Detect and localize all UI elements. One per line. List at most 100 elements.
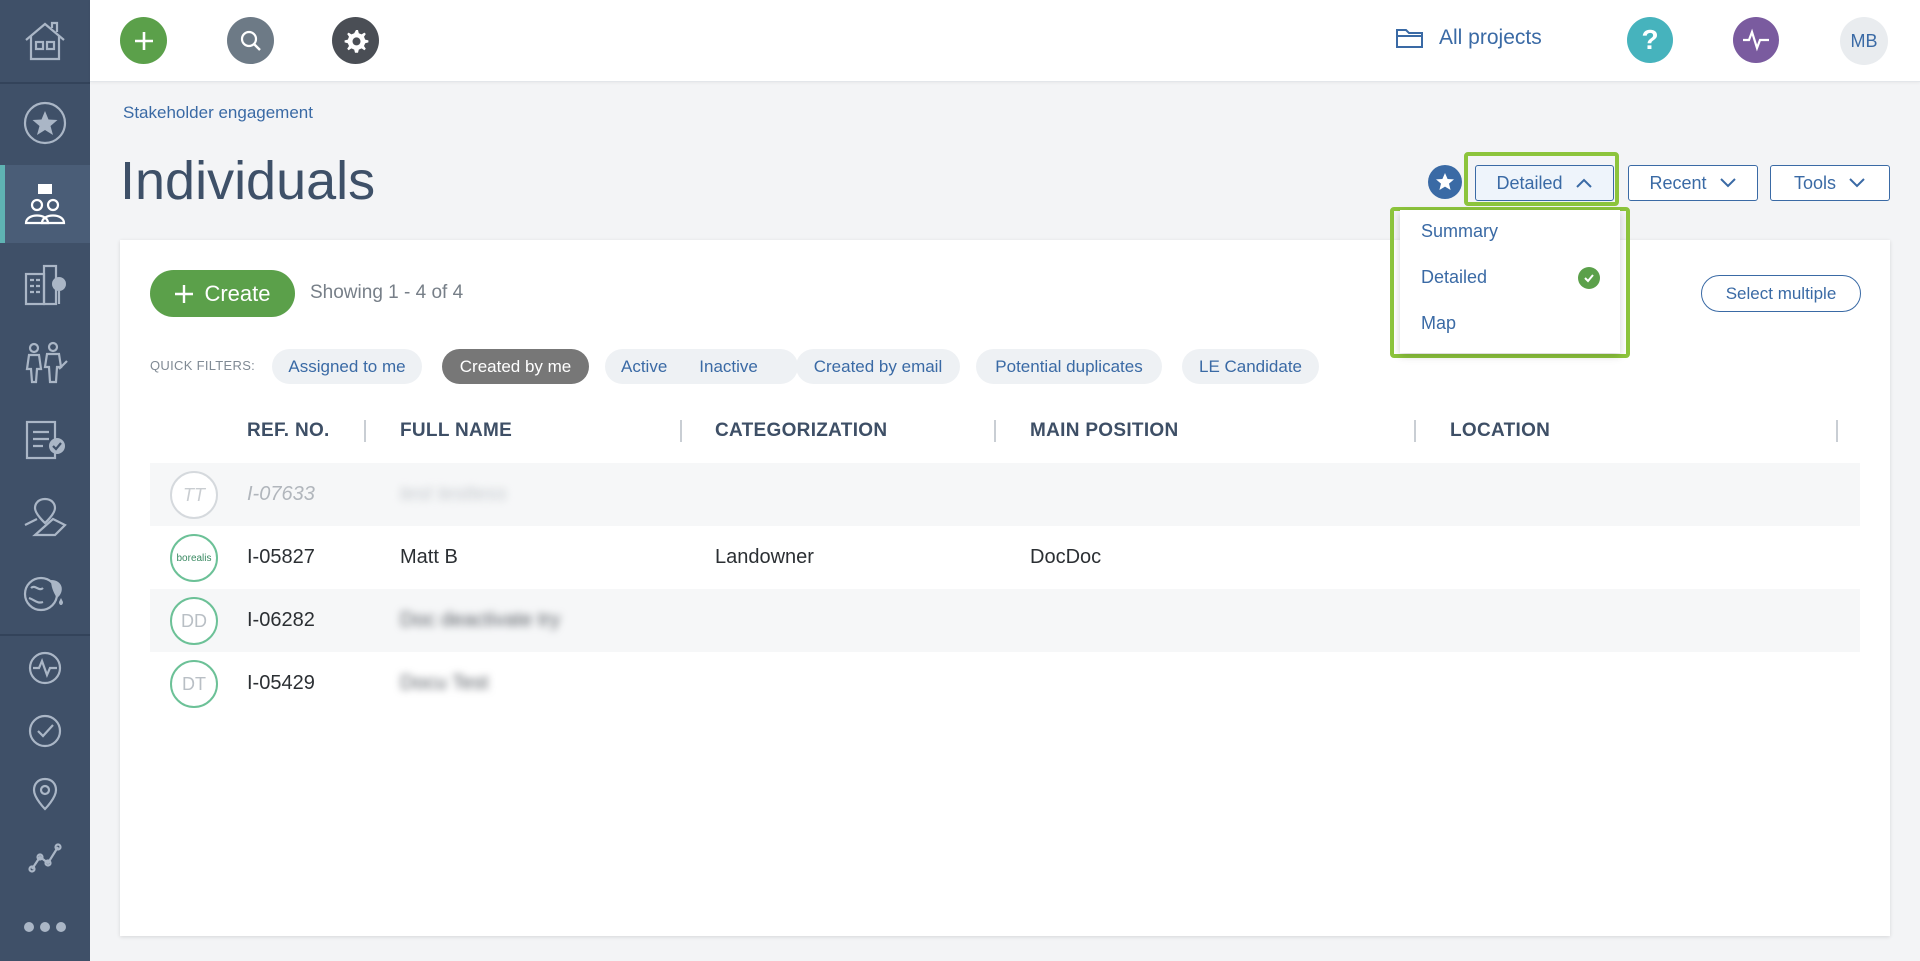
view-option-summary[interactable]: Summary <box>1421 221 1498 242</box>
question-icon: ? <box>1641 24 1659 55</box>
chevron-up-icon <box>1575 178 1592 188</box>
avatar: TT <box>170 471 218 519</box>
column-main-position[interactable]: MAIN POSITION <box>1030 420 1179 442</box>
table-row[interactable]: DD I-06282 Doc deactivate try <box>150 589 1860 652</box>
view-option-detailed[interactable]: Detailed <box>1421 267 1487 288</box>
tools-button[interactable]: Tools <box>1770 165 1890 201</box>
row-ref: I-07633 <box>247 483 315 505</box>
page-title: Individuals <box>120 151 376 211</box>
row-ref: I-06282 <box>247 609 315 631</box>
check-icon <box>1578 267 1600 289</box>
favorite-button[interactable] <box>1428 165 1462 199</box>
folder-icon <box>1396 29 1423 48</box>
sidebar-item-stakeholders[interactable] <box>0 165 90 243</box>
column-divider[interactable] <box>1836 420 1838 442</box>
row-category: Landowner <box>715 546 814 568</box>
search-button[interactable] <box>227 17 274 64</box>
graph-icon <box>28 843 62 873</box>
all-projects-label: All projects <box>1439 26 1542 49</box>
view-option-map[interactable]: Map <box>1421 313 1456 334</box>
location-icon <box>32 777 58 811</box>
filter-created-by-email[interactable]: Created by email <box>796 349 960 384</box>
stakeholders-icon <box>24 184 66 225</box>
sidebar-item-checks[interactable] <box>0 703 90 759</box>
column-categorization[interactable]: CATEGORIZATION <box>715 420 887 442</box>
sidebar-item-environment[interactable] <box>0 556 90 630</box>
create-button[interactable]: Create <box>150 270 295 317</box>
row-position: DocDoc <box>1030 546 1102 568</box>
recent-label: Recent <box>1649 172 1707 193</box>
sidebar-item-tasks[interactable] <box>0 402 90 476</box>
star-icon <box>1436 173 1454 190</box>
all-projects-link[interactable]: All projects <box>1395 26 1542 50</box>
sidebar <box>0 0 90 961</box>
column-divider[interactable] <box>364 420 366 442</box>
home-icon <box>25 21 65 61</box>
sidebar-item-more[interactable] <box>0 900 90 954</box>
sidebar-item-activity[interactable] <box>0 640 90 696</box>
chevron-down-icon <box>1719 178 1736 188</box>
select-multiple-button[interactable]: Select multiple <box>1701 275 1861 312</box>
row-ref: I-05429 <box>247 672 315 694</box>
user-avatar[interactable]: MB <box>1840 17 1888 65</box>
avatar: DD <box>170 597 218 645</box>
help-button[interactable]: ? <box>1627 17 1673 63</box>
sidebar-item-locations[interactable] <box>0 766 90 822</box>
column-ref-no[interactable]: REF. NO. <box>247 420 330 442</box>
top-bar: All projects ? MB <box>90 0 1920 82</box>
checklist-icon <box>25 420 65 460</box>
quick-filters-label: QUICK FILTERS: <box>150 358 256 373</box>
chevron-down-icon <box>1849 178 1865 188</box>
view-mode-label: Detailed <box>1496 172 1563 193</box>
create-label: Create <box>204 280 271 306</box>
check-circle-icon <box>28 714 62 748</box>
activity-icon <box>28 651 62 685</box>
column-divider[interactable] <box>994 420 996 442</box>
sidebar-item-groups[interactable] <box>0 325 90 399</box>
pulse-icon <box>1743 28 1769 52</box>
star-icon <box>23 101 67 145</box>
more-icon <box>24 922 66 932</box>
row-name: Doc deactivate try <box>400 609 561 631</box>
gear-icon <box>344 29 368 53</box>
filter-assigned-to-me[interactable]: Assigned to me <box>272 349 422 384</box>
sidebar-item-organizations[interactable] <box>0 248 90 322</box>
plus-icon <box>134 31 153 50</box>
column-divider[interactable] <box>680 420 682 442</box>
table-row[interactable]: borealis I-05827 Matt B Landowner DocDoc <box>150 526 1860 589</box>
environment-icon <box>23 576 63 612</box>
search-icon <box>240 30 261 51</box>
table-row[interactable]: TT I-07633 test testtess <box>150 463 1860 526</box>
view-mode-menu: Summary Detailed Map <box>1400 210 1620 353</box>
recent-button[interactable]: Recent <box>1628 165 1758 201</box>
sidebar-item-analytics[interactable] <box>0 829 90 885</box>
add-button[interactable] <box>120 17 167 64</box>
column-full-name[interactable]: FULL NAME <box>400 420 512 442</box>
avatar: borealis <box>170 534 218 582</box>
activity-pulse-button[interactable] <box>1733 17 1779 63</box>
filter-potential-duplicates[interactable]: Potential duplicates <box>976 349 1162 384</box>
filter-active[interactable]: Active <box>605 357 683 377</box>
filter-inactive[interactable]: Inactive <box>683 357 774 377</box>
column-divider[interactable] <box>1414 420 1416 442</box>
breadcrumb[interactable]: Stakeholder engagement <box>123 103 313 123</box>
filter-le-candidate[interactable]: LE Candidate <box>1182 349 1319 384</box>
plus-icon <box>175 284 194 303</box>
filter-created-by-me[interactable]: Created by me <box>442 349 589 384</box>
results-count: Showing 1 - 4 of 4 <box>310 282 464 303</box>
view-mode-button[interactable]: Detailed <box>1475 165 1614 201</box>
settings-button[interactable] <box>332 17 379 64</box>
filter-active-inactive: Active Inactive <box>605 349 798 384</box>
map-pin-region-icon <box>24 497 67 537</box>
row-name: test testtess <box>400 483 507 505</box>
people-icon <box>25 341 68 384</box>
row-name: Docu Test <box>400 672 489 694</box>
avatar: DT <box>170 660 218 708</box>
table-row[interactable]: DT I-05429 Docu Test <box>150 652 1860 715</box>
row-ref: I-05827 <box>247 546 315 568</box>
column-location[interactable]: LOCATION <box>1450 420 1550 442</box>
sidebar-item-land[interactable] <box>0 479 90 553</box>
sidebar-item-home[interactable] <box>0 0 90 82</box>
sidebar-item-favorites[interactable] <box>0 84 90 162</box>
buildings-icon <box>24 264 66 306</box>
